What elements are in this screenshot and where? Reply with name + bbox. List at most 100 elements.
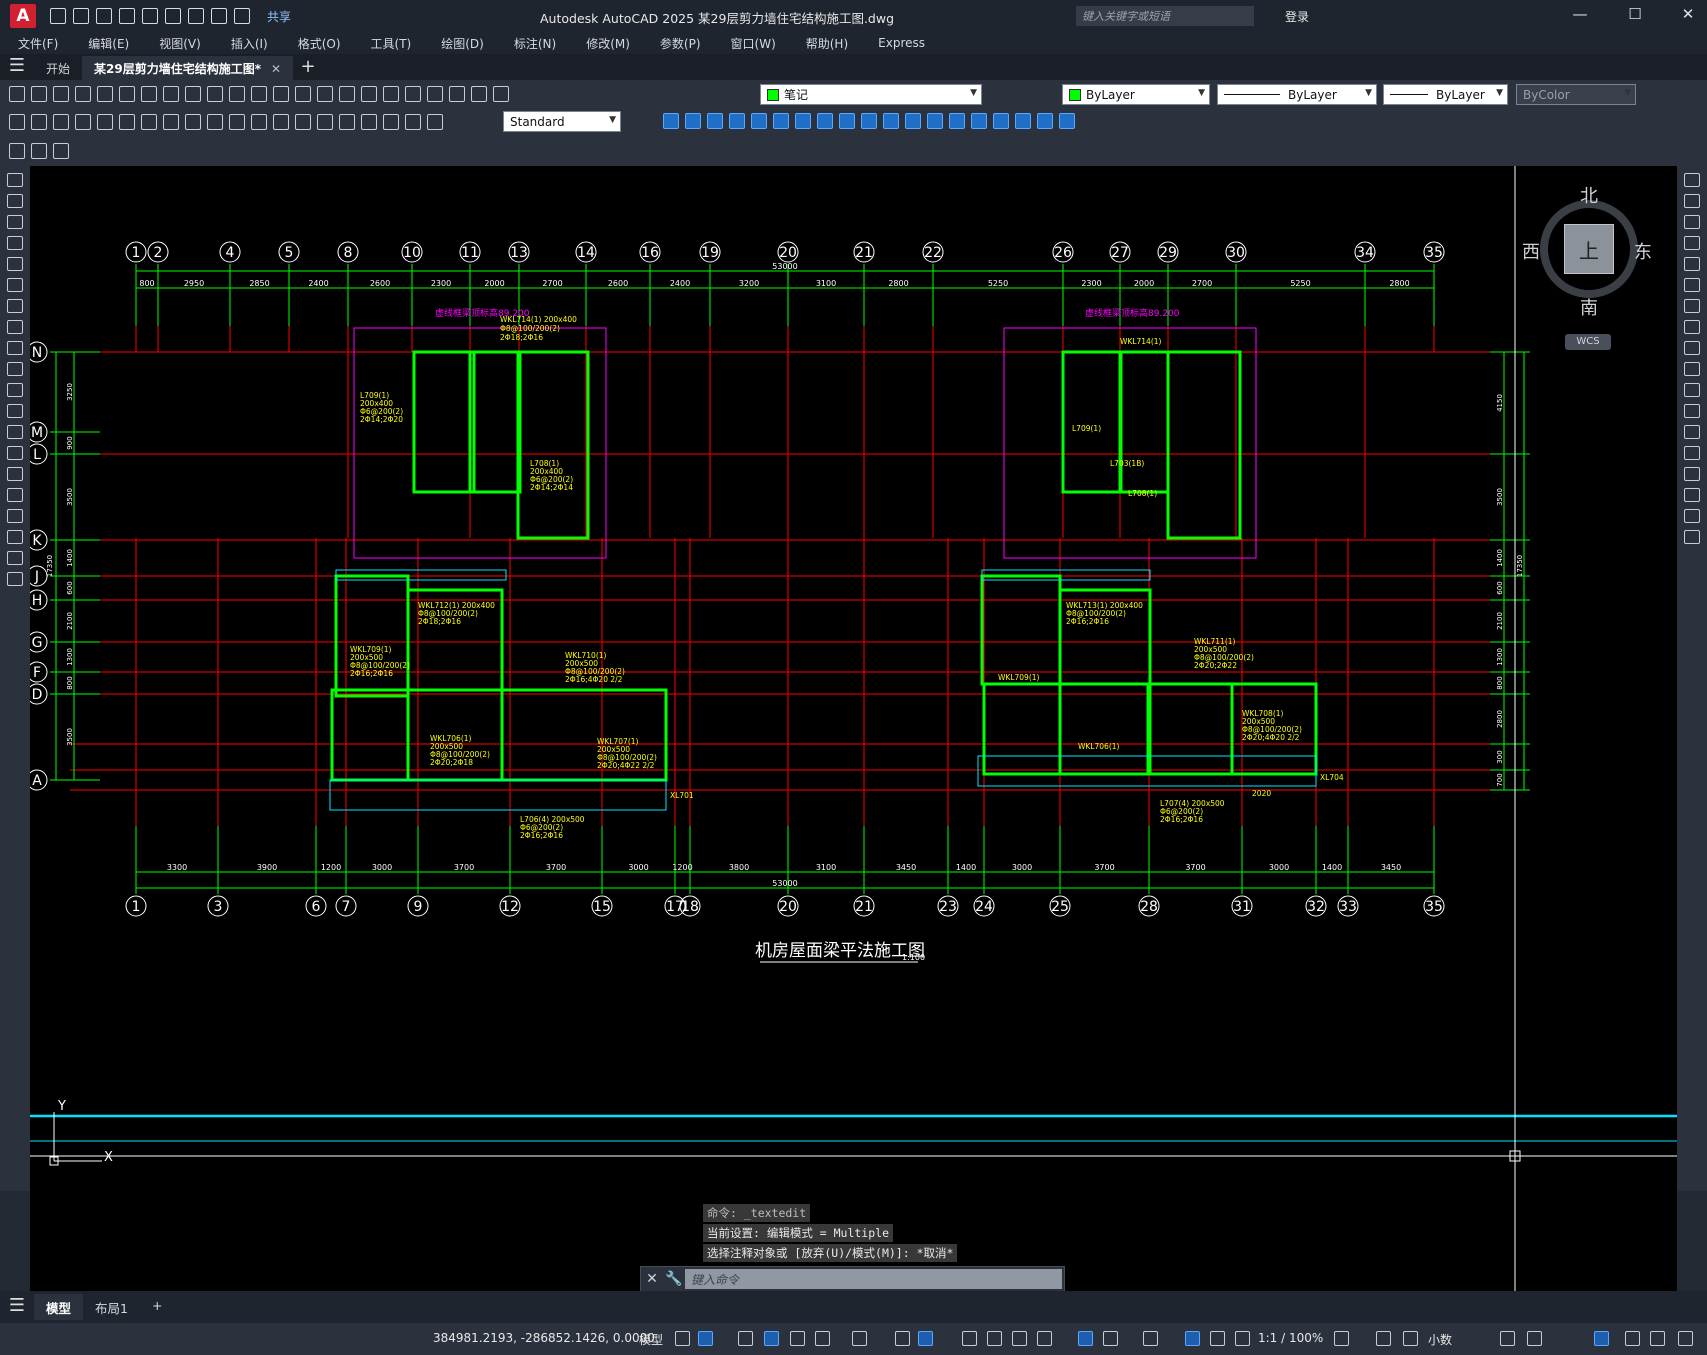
lineweight-toggle-icon[interactable] xyxy=(962,1331,977,1346)
add-selected-icon[interactable] xyxy=(7,572,23,586)
grid-icon[interactable] xyxy=(675,1331,690,1346)
open-web-icon[interactable] xyxy=(142,8,158,24)
linetype-dropdown[interactable]: ByLayer ▼ xyxy=(1217,84,1377,105)
sweep-icon[interactable] xyxy=(861,113,877,129)
make-block-icon[interactable] xyxy=(7,425,23,439)
lineweight-dropdown[interactable]: ByLayer ▼ xyxy=(1383,84,1508,105)
loft-icon[interactable] xyxy=(905,113,921,129)
zoom-window-icon[interactable] xyxy=(317,86,333,102)
undo-icon[interactable] xyxy=(229,86,245,102)
layer-dropdown[interactable]: 笔记 ▼ xyxy=(760,84,982,105)
plot-icon[interactable] xyxy=(75,86,91,102)
tool-palettes-icon[interactable] xyxy=(405,86,421,102)
pan-icon[interactable] xyxy=(273,86,289,102)
zoom-realtime-icon[interactable] xyxy=(295,86,311,102)
menu-draw[interactable]: 绘图(D) xyxy=(441,35,484,52)
selection-filter-icon[interactable] xyxy=(1103,1331,1118,1346)
tolerance-icon[interactable] xyxy=(295,114,311,130)
object-snap-icon[interactable] xyxy=(918,1331,933,1346)
hatch-icon[interactable] xyxy=(7,467,23,481)
annotation-scale-dropdown[interactable]: 1:1 / 100% xyxy=(1258,1331,1323,1345)
menu-help[interactable]: 帮助(H) xyxy=(806,35,848,52)
write-block-icon[interactable] xyxy=(53,143,69,159)
diameter-dim-icon[interactable] xyxy=(141,114,157,130)
maximize-icon[interactable]: ☐ xyxy=(1620,5,1650,27)
viewcube-south[interactable]: 南 xyxy=(1580,294,1598,320)
annotation-visibility-icon[interactable] xyxy=(1185,1331,1200,1346)
tab-layout1[interactable]: 布局1 xyxy=(83,1294,140,1320)
menu-modify[interactable]: 修改(M) xyxy=(586,35,630,52)
menu-tools[interactable]: 工具(T) xyxy=(371,35,412,52)
isodraft-icon[interactable] xyxy=(852,1331,867,1346)
polyline-icon[interactable] xyxy=(7,215,23,229)
login-button[interactable]: 登录 xyxy=(1285,8,1309,25)
3d-array-icon[interactable] xyxy=(1059,113,1075,129)
close-command-line-icon[interactable]: ✕ xyxy=(641,1271,663,1287)
extrude-icon[interactable] xyxy=(817,113,833,129)
stretch-icon[interactable] xyxy=(1684,341,1700,355)
box-icon[interactable] xyxy=(663,113,679,129)
units-dropdown[interactable]: 小数 xyxy=(1428,1331,1452,1348)
extend-icon[interactable] xyxy=(1684,383,1700,397)
drawing-canvas[interactable]: 800 2950 2850 2400 2600 2300 2000 2700 2600 2400 3… xyxy=(30,166,1677,1291)
qnew-icon[interactable] xyxy=(9,86,25,102)
paste-icon[interactable] xyxy=(185,86,201,102)
cone-icon[interactable] xyxy=(707,113,723,129)
point-icon[interactable] xyxy=(7,446,23,460)
wcs-menu[interactable]: WCS xyxy=(1565,334,1611,350)
center-mark-icon[interactable] xyxy=(317,114,333,130)
viewcube-east[interactable]: 东 xyxy=(1634,238,1652,264)
dim-update-icon[interactable] xyxy=(427,114,443,130)
rectangle-icon[interactable] xyxy=(7,257,23,271)
tab-close-icon[interactable]: ✕ xyxy=(271,62,281,76)
dynamic-input-icon[interactable] xyxy=(764,1331,779,1346)
graphics-performance-icon[interactable] xyxy=(1625,1331,1640,1346)
3d-align-icon[interactable] xyxy=(1037,113,1053,129)
customization-icon[interactable] xyxy=(1678,1331,1693,1346)
inspection-icon[interactable] xyxy=(339,114,355,130)
rotate-icon[interactable] xyxy=(1684,299,1700,313)
share-button[interactable]: 共享 xyxy=(267,8,291,25)
undo-icon[interactable] xyxy=(211,8,227,24)
viewcube-west[interactable]: 西 xyxy=(1522,238,1540,264)
save-web-icon[interactable] xyxy=(165,8,181,24)
publish-icon[interactable] xyxy=(119,86,135,102)
open-file-icon[interactable] xyxy=(73,8,89,24)
baseline-dim-icon[interactable] xyxy=(207,114,223,130)
design-center-icon[interactable] xyxy=(383,86,399,102)
3d-rotate-icon[interactable] xyxy=(1015,113,1031,129)
add-layout-button[interactable]: + xyxy=(140,1294,174,1320)
workspace-gear-icon[interactable] xyxy=(1334,1331,1349,1346)
auto-scale-icon[interactable] xyxy=(1210,1331,1225,1346)
arc-length-icon[interactable] xyxy=(53,114,69,130)
layout-menu-icon[interactable]: ☰ xyxy=(0,1294,34,1320)
help-icon[interactable] xyxy=(449,86,465,102)
array-icon[interactable] xyxy=(1684,257,1700,271)
lock-ui-icon[interactable] xyxy=(1527,1331,1542,1346)
viewcube-top-face[interactable]: 上 xyxy=(1564,224,1614,274)
properties-icon[interactable] xyxy=(361,86,377,102)
quick-properties-icon[interactable] xyxy=(1500,1331,1515,1346)
fillet-icon[interactable] xyxy=(1684,488,1700,502)
dim-break-icon[interactable] xyxy=(273,114,289,130)
ellipse-icon[interactable] xyxy=(7,362,23,376)
tab-model[interactable]: 模型 xyxy=(34,1294,84,1320)
3d-move-icon[interactable] xyxy=(993,113,1009,129)
save-icon[interactable] xyxy=(53,86,69,102)
revolve-icon[interactable] xyxy=(883,113,899,129)
blend-icon[interactable] xyxy=(1684,509,1700,523)
clean-screen-icon[interactable] xyxy=(1650,1331,1665,1346)
viewcube[interactable]: 上 北 南 东 西 xyxy=(1522,186,1652,319)
intersect-icon[interactable] xyxy=(971,113,987,129)
polar-tracking-icon[interactable] xyxy=(815,1331,830,1346)
arc-icon[interactable] xyxy=(7,278,23,292)
model-space-toggle[interactable]: 模型 xyxy=(639,1331,663,1348)
color-dropdown[interactable]: ByLayer ▼ xyxy=(1062,84,1210,105)
selection-cycling-icon[interactable] xyxy=(1012,1331,1027,1346)
menu-insert[interactable]: 插入(I) xyxy=(231,35,268,52)
tab-document[interactable]: 某29层剪力墙住宅结构施工图* ✕ xyxy=(82,56,294,80)
polygon-icon[interactable] xyxy=(7,236,23,250)
redo-icon[interactable] xyxy=(234,8,250,24)
coordinate-readout[interactable]: 384981.2193, -286852.1426, 0.0000 xyxy=(433,1331,655,1345)
redo-icon[interactable] xyxy=(251,86,267,102)
